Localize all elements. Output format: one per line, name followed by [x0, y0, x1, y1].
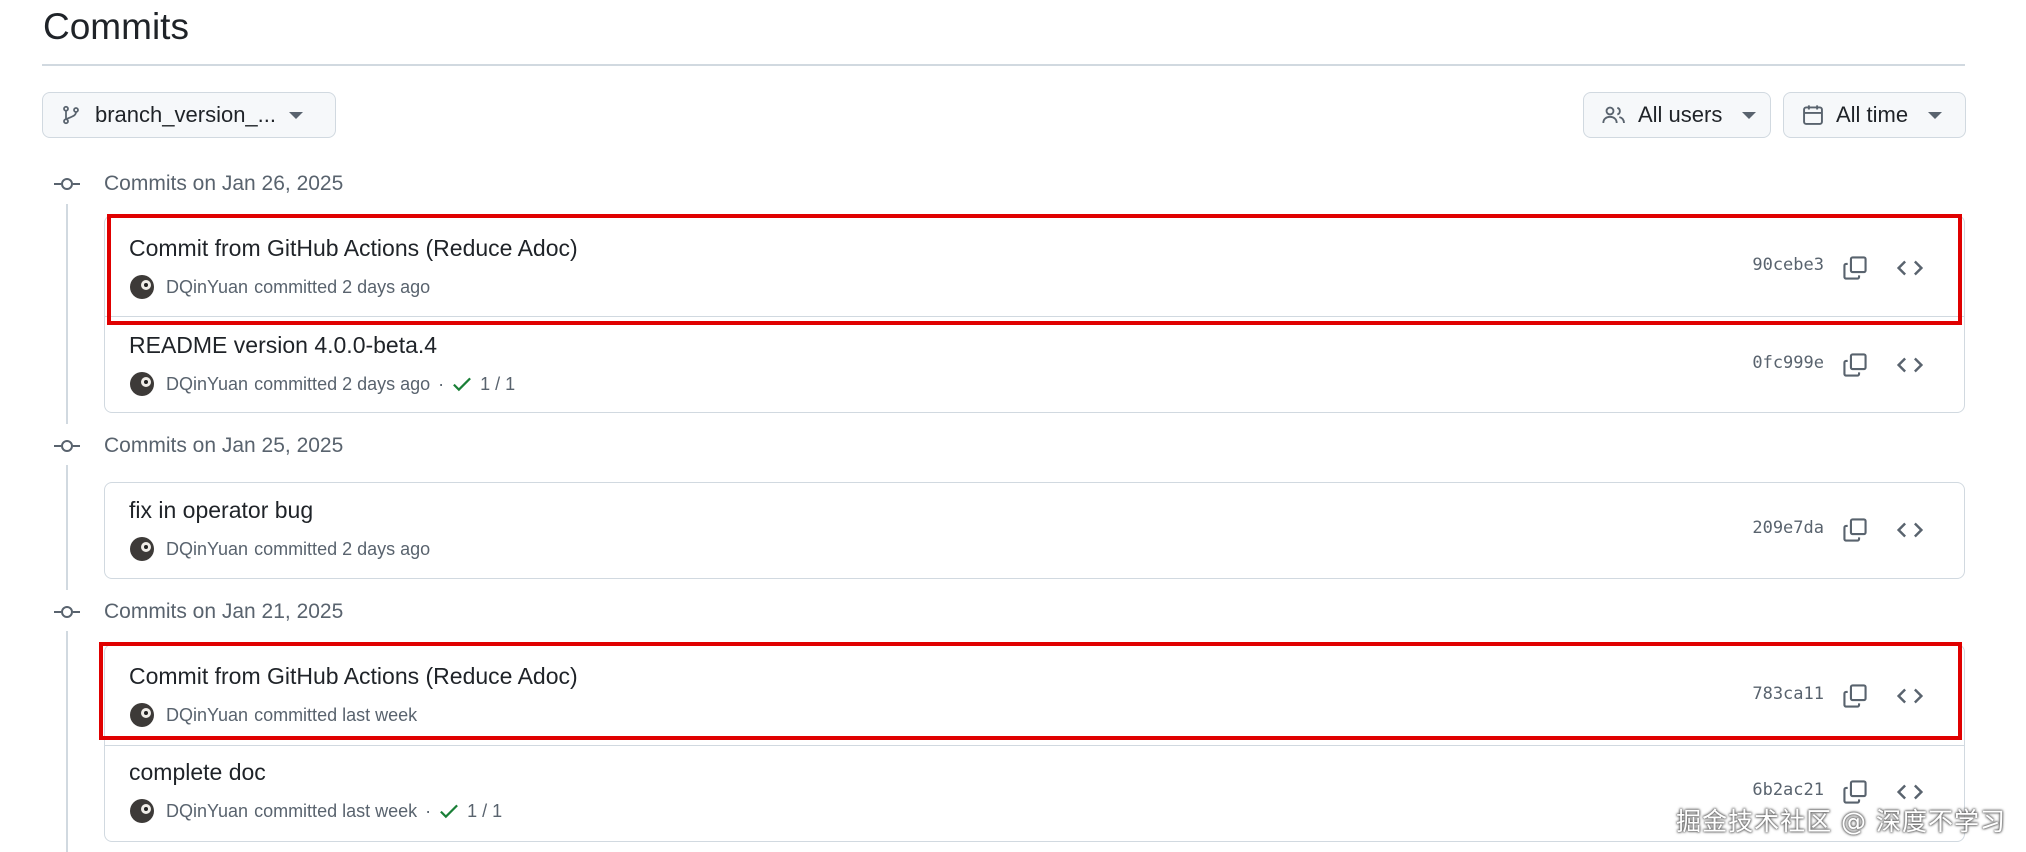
browse-repo-button[interactable]: [1892, 512, 1928, 548]
commit-meta: DQinYuan committed last week: [130, 703, 417, 727]
commit-title-link[interactable]: Commit from GitHub Actions (Reduce Adoc): [129, 235, 578, 262]
commit-sha-link[interactable]: 0fc999e: [1752, 353, 1824, 373]
check-count: 1 / 1: [480, 373, 516, 394]
code-icon: [1897, 784, 1923, 800]
check-status-button[interactable]: 1 / 1: [439, 801, 502, 822]
commit-time: committed 2 days ago: [254, 276, 431, 297]
timeline-line: [66, 465, 68, 590]
users-filter-button[interactable]: All users: [1583, 92, 1771, 138]
commit-group-date: Commits on Jan 21, 2025: [104, 600, 344, 623]
code-icon: [1897, 688, 1923, 704]
check-status-button[interactable]: 1 / 1: [452, 374, 515, 395]
copy-sha-button[interactable]: [1837, 678, 1873, 714]
chevron-down-icon: [1742, 111, 1757, 119]
commit-sha-link[interactable]: 6b2ac21: [1752, 780, 1824, 800]
commit-sha-link[interactable]: 90cebe3: [1752, 255, 1824, 275]
commit-list: fix in operator bug DQinYuan committed 2…: [104, 482, 1965, 579]
commit-author-link[interactable]: DQinYuan: [166, 705, 248, 726]
time-filter-label: All time: [1836, 102, 1909, 127]
copy-icon: [1843, 518, 1867, 542]
check-count: 1 / 1: [467, 800, 503, 821]
avatar[interactable]: [130, 799, 154, 823]
commit-row: fix in operator bug DQinYuan committed 2…: [105, 483, 1964, 578]
commit-group-date: Commits on Jan 25, 2025: [104, 434, 344, 457]
copy-icon: [1843, 256, 1867, 280]
users-filter-label: All users: [1638, 102, 1723, 127]
browse-repo-button[interactable]: [1892, 250, 1928, 286]
commit-title-link[interactable]: complete doc: [129, 759, 266, 786]
copy-sha-button[interactable]: [1837, 347, 1873, 383]
time-filter-button[interactable]: All time: [1783, 92, 1966, 138]
page-title: Commits: [43, 6, 189, 47]
code-icon: [1897, 260, 1923, 276]
commit-sha-link[interactable]: 783ca11: [1752, 684, 1824, 704]
copy-sha-button[interactable]: [1837, 512, 1873, 548]
commit-group-header: Commits on Jan 21, 2025: [54, 597, 343, 627]
chevron-down-icon: [1928, 111, 1943, 119]
commit-group-header: Commits on Jan 26, 2025: [54, 169, 343, 199]
code-icon: [1897, 522, 1923, 538]
git-commit-icon: [54, 605, 80, 619]
timeline-line: [66, 204, 68, 424]
commit-author-link[interactable]: DQinYuan: [166, 374, 248, 395]
avatar[interactable]: [130, 275, 154, 299]
chevron-down-icon: [289, 111, 303, 119]
check-icon: [453, 377, 472, 392]
meta-separator: ·: [425, 800, 432, 821]
commit-meta: DQinYuan committed last week · 1 / 1: [130, 799, 502, 823]
branch-select-label: branch_version_...: [95, 102, 275, 127]
commit-list: Commit from GitHub Actions (Reduce Adoc)…: [104, 215, 1965, 413]
people-icon: [1602, 104, 1626, 126]
commit-time: committed last week: [254, 800, 418, 821]
branch-select-button[interactable]: branch_version_...: [42, 92, 336, 138]
commit-meta: DQinYuan committed 2 days ago: [130, 275, 430, 299]
commit-row: Commit from GitHub Actions (Reduce Adoc)…: [105, 216, 1964, 316]
commit-row: Commit from GitHub Actions (Reduce Adoc)…: [105, 645, 1964, 745]
git-commit-icon: [54, 439, 80, 453]
copy-sha-button[interactable]: [1837, 250, 1873, 286]
avatar[interactable]: [130, 537, 154, 561]
commit-meta: DQinYuan committed 2 days ago · 1 / 1: [130, 372, 515, 396]
git-branch-icon: [61, 104, 81, 126]
browse-repo-button[interactable]: [1892, 347, 1928, 383]
copy-icon: [1843, 353, 1867, 377]
commit-row: README version 4.0.0-beta.4 DQinYuan com…: [105, 316, 1964, 413]
browse-repo-button[interactable]: [1892, 678, 1928, 714]
commit-title-link[interactable]: README version 4.0.0-beta.4: [129, 332, 437, 359]
commit-sha-link[interactable]: 209e7da: [1752, 518, 1824, 538]
check-icon: [440, 804, 459, 819]
timeline-line: [66, 631, 68, 852]
commit-group-header: Commits on Jan 25, 2025: [54, 431, 343, 461]
commit-group-date: Commits on Jan 26, 2025: [104, 172, 344, 195]
commit-time: committed 2 days ago: [254, 538, 431, 559]
git-commit-icon: [54, 177, 80, 191]
copy-icon: [1843, 684, 1867, 708]
avatar[interactable]: [130, 372, 154, 396]
code-icon: [1897, 357, 1923, 373]
title-divider: [42, 64, 1965, 66]
commit-author-link[interactable]: DQinYuan: [166, 539, 248, 560]
avatar[interactable]: [130, 703, 154, 727]
commit-author-link[interactable]: DQinYuan: [166, 277, 248, 298]
commit-title-link[interactable]: fix in operator bug: [129, 497, 313, 524]
watermark: 掘金技术社区 @ 深度不学习: [1676, 807, 2006, 836]
meta-separator: ·: [438, 373, 445, 394]
commit-time: committed last week: [254, 704, 418, 725]
commit-title-link[interactable]: Commit from GitHub Actions (Reduce Adoc): [129, 663, 578, 690]
commit-meta: DQinYuan committed 2 days ago: [130, 537, 430, 561]
commit-author-link[interactable]: DQinYuan: [166, 801, 248, 822]
commit-time: committed 2 days ago: [254, 373, 431, 394]
calendar-icon: [1802, 104, 1824, 126]
